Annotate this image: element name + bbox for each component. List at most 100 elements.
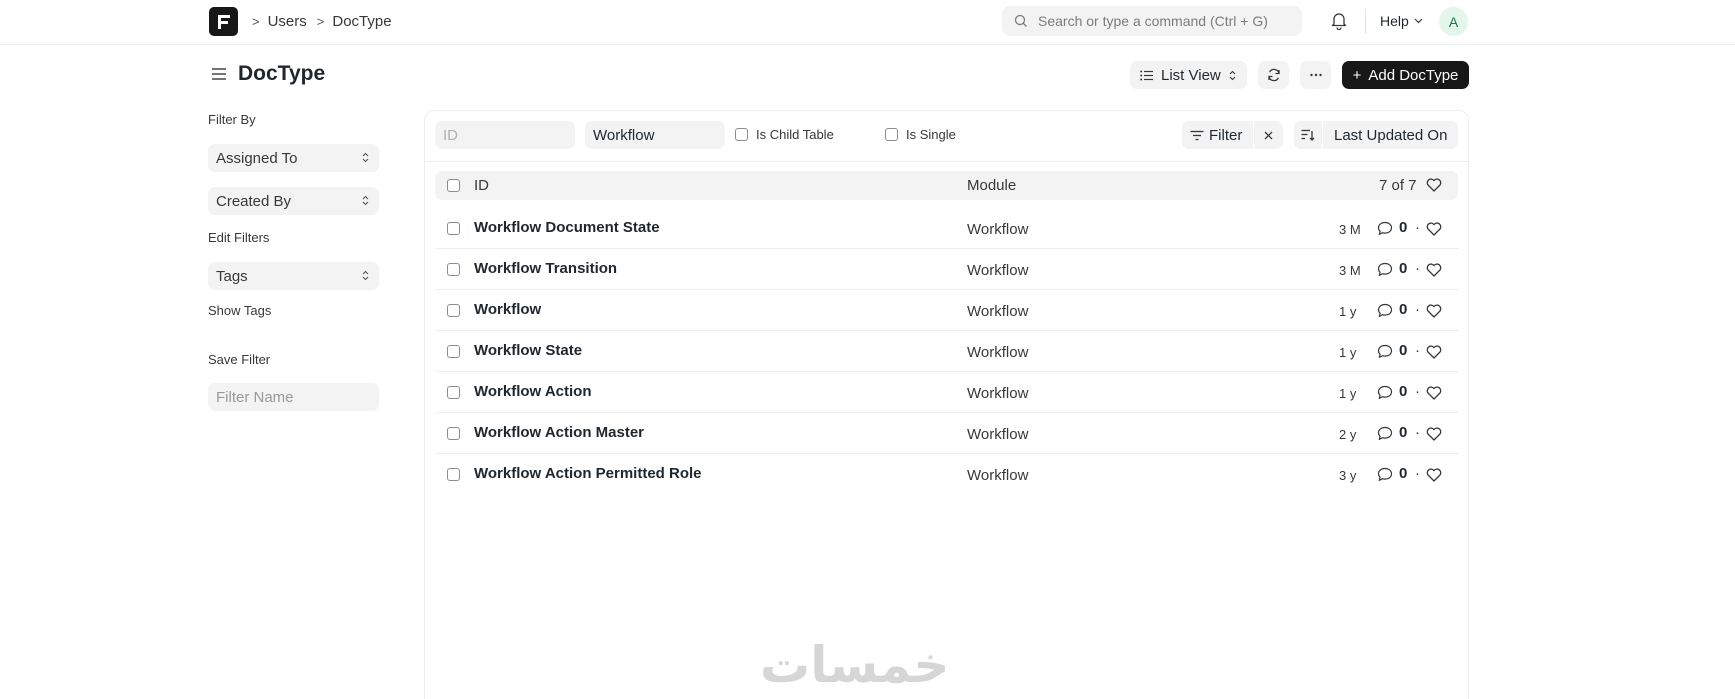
comment-icon <box>1377 303 1393 317</box>
heart-icon[interactable] <box>1426 427 1442 441</box>
breadcrumb-doctype[interactable]: DocType <box>332 13 391 30</box>
checkbox[interactable] <box>885 128 898 141</box>
name-filter-input[interactable]: Workflow <box>585 121 725 149</box>
table-row[interactable]: Workflow Action Permitted Role Workflow 3 … <box>435 454 1458 495</box>
table-row[interactable]: Workflow Action Master Workflow 2 y 0 · <box>435 413 1458 454</box>
row-module: Workflow <box>967 344 1029 361</box>
row-module: Workflow <box>967 262 1029 279</box>
show-tags-link[interactable]: Show Tags <box>208 303 271 318</box>
select-all-checkbox[interactable] <box>447 179 460 192</box>
plus-icon: + <box>1352 66 1362 84</box>
comment-icon <box>1377 262 1393 276</box>
clear-filters-button[interactable] <box>1254 121 1283 149</box>
edit-filters-link[interactable]: Edit Filters <box>208 230 269 245</box>
row-separator-dot: · <box>1415 424 1420 441</box>
row-module: Workflow <box>967 426 1029 443</box>
app-logo[interactable] <box>209 7 238 36</box>
row-checkbox[interactable] <box>447 304 460 317</box>
row-modified: 3 M <box>1339 263 1361 278</box>
chevron-up-down-icon <box>362 152 369 163</box>
id-filter-input[interactable]: ID <box>435 121 575 149</box>
search-input[interactable]: Search or type a command (Ctrl + G) <box>1002 6 1302 36</box>
sort-direction-button[interactable] <box>1294 121 1322 149</box>
filter-button[interactable]: Filter <box>1182 121 1253 149</box>
row-module: Workflow <box>967 467 1029 484</box>
column-header-id: ID <box>474 177 489 194</box>
refresh-icon <box>1267 68 1280 82</box>
chevron-up-down-icon <box>362 195 369 206</box>
heart-icon[interactable] <box>1426 468 1442 482</box>
heart-icon[interactable] <box>1426 178 1442 192</box>
comment-icon <box>1377 221 1393 235</box>
row-id-link[interactable]: Workflow Action Permitted Role <box>474 465 702 482</box>
filter-name-input[interactable]: Filter Name <box>208 383 379 411</box>
navbar-divider <box>1365 9 1366 34</box>
row-comment-count: 0 <box>1399 219 1408 236</box>
is-single-checkbox[interactable]: Is Single <box>885 127 956 142</box>
row-checkbox[interactable] <box>447 222 460 235</box>
breadcrumb: > Users > DocType <box>252 0 402 42</box>
assigned-to-select[interactable]: Assigned To <box>208 144 379 172</box>
column-header-module: Module <box>967 177 1017 194</box>
heart-icon[interactable] <box>1426 222 1442 236</box>
assigned-to-label: Assigned To <box>216 149 298 167</box>
row-id-link[interactable]: Workflow Document State <box>474 219 660 236</box>
sidebar-toggle-button[interactable] <box>212 67 226 84</box>
row-checkbox[interactable] <box>447 468 460 481</box>
tags-select[interactable]: Tags <box>208 262 379 290</box>
row-checkbox[interactable] <box>447 427 460 440</box>
table-row[interactable]: Workflow Workflow 1 y 0 · <box>435 290 1458 331</box>
add-doctype-label: Add DocType <box>1368 66 1459 84</box>
is-single-label: Is Single <box>906 127 956 142</box>
row-checkbox[interactable] <box>447 263 460 276</box>
row-modified: 3 M <box>1339 222 1361 237</box>
heart-icon[interactable] <box>1426 263 1442 277</box>
bell-icon <box>1331 13 1347 31</box>
help-dropdown[interactable]: Help <box>1380 13 1423 29</box>
heart-icon[interactable] <box>1426 386 1442 400</box>
comment-icon <box>1377 385 1393 399</box>
breadcrumb-users[interactable]: Users <box>268 13 307 30</box>
row-id-link[interactable]: Workflow Transition <box>474 260 617 277</box>
row-comment-count: 0 <box>1399 260 1408 277</box>
list-view-switcher[interactable]: List View <box>1130 61 1247 89</box>
row-comment-count: 0 <box>1399 342 1408 359</box>
created-by-select[interactable]: Created By <box>208 187 379 215</box>
save-filter-label: Save Filter <box>208 352 271 367</box>
help-label: Help <box>1380 13 1409 29</box>
row-module: Workflow <box>967 385 1029 402</box>
filter-label: Filter <box>1209 126 1243 144</box>
row-checkbox[interactable] <box>447 386 460 399</box>
is-child-table-label: Is Child Table <box>756 127 834 142</box>
heart-icon[interactable] <box>1426 304 1442 318</box>
table-row[interactable]: Workflow State Workflow 1 y 0 · <box>435 331 1458 372</box>
row-comment-count: 0 <box>1399 465 1408 482</box>
table-row[interactable]: Workflow Transition Workflow 3 M 0 · <box>435 249 1458 290</box>
sort-by-button[interactable]: Last Updated On <box>1323 121 1458 149</box>
is-child-table-checkbox[interactable]: Is Child Table <box>735 127 834 142</box>
more-actions-button[interactable] <box>1300 61 1331 89</box>
refresh-button[interactable] <box>1258 61 1289 89</box>
list-header: ID Module 7 of 7 <box>435 171 1458 200</box>
breadcrumb-separator: > <box>252 13 260 29</box>
heart-icon[interactable] <box>1426 345 1442 359</box>
row-id-link[interactable]: Workflow <box>474 301 541 318</box>
row-id-link[interactable]: Workflow State <box>474 342 582 359</box>
comment-icon <box>1377 467 1393 481</box>
menu-icon <box>212 68 226 80</box>
table-row[interactable]: Workflow Action Workflow 1 y 0 · <box>435 372 1458 413</box>
notifications-button[interactable] <box>1330 11 1348 33</box>
row-id-link[interactable]: Workflow Action Master <box>474 424 644 441</box>
list-view-label: List View <box>1161 66 1221 84</box>
watermark-logo: خمسات <box>760 636 950 694</box>
row-modified: 2 y <box>1339 427 1357 442</box>
row-id-link[interactable]: Workflow Action <box>474 383 592 400</box>
row-module: Workflow <box>967 303 1029 320</box>
table-row[interactable]: Workflow Document State Workflow 3 M 0 · <box>435 208 1458 249</box>
breadcrumb-separator: > <box>316 13 325 29</box>
row-checkbox[interactable] <box>447 345 460 358</box>
add-doctype-button[interactable]: + Add DocType <box>1342 61 1469 89</box>
avatar[interactable]: A <box>1439 7 1468 36</box>
checkbox[interactable] <box>735 128 748 141</box>
chevron-up-down-icon <box>362 270 369 281</box>
